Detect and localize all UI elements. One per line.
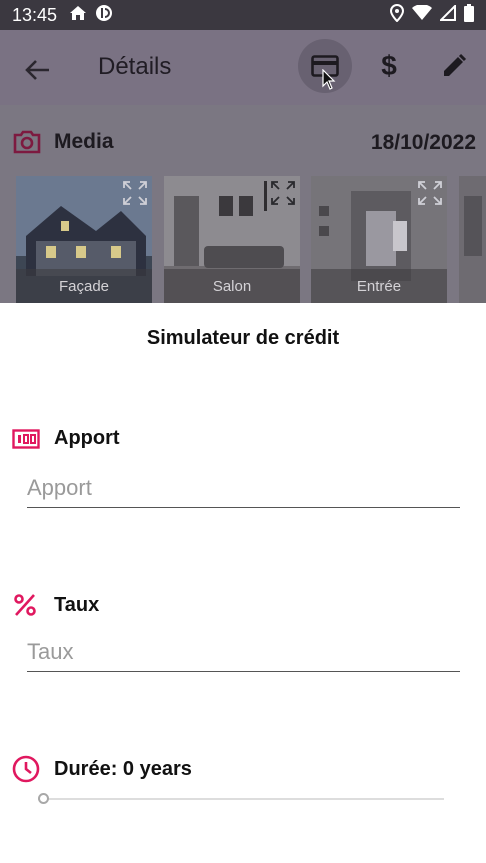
location-icon [389, 3, 405, 27]
media-thumbnails: Façade Salon Entrée [16, 176, 486, 303]
media-title: Media [54, 130, 114, 153]
dollar-icon: $ [381, 50, 397, 81]
taux-label: Taux [12, 592, 99, 618]
partial-photo [459, 176, 486, 303]
credit-simulator-sheet: Simulateur de crédit Apport Taux Durée: … [0, 303, 486, 863]
cursor-icon [322, 68, 336, 96]
signal-icon [438, 3, 456, 26]
thumbnail-entree[interactable]: Entrée [311, 176, 447, 303]
page-title: Détails [98, 53, 172, 80]
edit-icon [444, 53, 467, 76]
thumbnail-facade[interactable]: Façade [16, 176, 152, 303]
price-button[interactable]: $ [362, 39, 416, 93]
money-icon [12, 428, 40, 449]
details-content: Media 18/10/2022 Façade Salon Entrée [0, 105, 486, 303]
percent-icon [14, 594, 36, 616]
edit-button[interactable] [427, 39, 481, 93]
thumbnail-caption: Salon [164, 269, 300, 303]
data-saver-icon [95, 4, 113, 27]
apport-input[interactable] [27, 468, 460, 508]
status-time: 13:45 [12, 4, 58, 25]
apport-label: Apport [12, 427, 120, 450]
status-bar: 13:45 [0, 0, 486, 30]
duree-slider[interactable] [38, 792, 444, 806]
slider-track [38, 798, 444, 800]
arrow-back-icon [25, 60, 49, 80]
duree-label: Durée: 0 years [12, 755, 192, 783]
sheet-title: Simulateur de crédit [146, 327, 340, 349]
taux-label-text: Taux [54, 593, 100, 616]
expand-icon [417, 180, 443, 211]
media-date: 18/10/2022 [370, 131, 476, 154]
battery-icon [464, 3, 474, 27]
thumbnail-partial[interactable] [459, 176, 486, 303]
expand-icon [122, 180, 148, 211]
back-button[interactable] [18, 50, 58, 90]
duree-label-text: Durée: 0 years [54, 757, 192, 780]
thumbnail-salon[interactable]: Salon [164, 176, 300, 303]
home-icon [69, 5, 87, 26]
clock-icon [12, 755, 40, 783]
wifi-icon [412, 3, 432, 26]
media-header: Media [12, 129, 114, 155]
apport-label-text: Apport [54, 427, 120, 449]
app-bar: Détails $ [0, 30, 486, 105]
thumbnail-caption: Façade [16, 269, 152, 303]
camera-icon [13, 130, 41, 154]
slider-thumb[interactable] [38, 793, 49, 804]
thumbnail-caption: Entrée [311, 269, 447, 303]
expand-icon [270, 180, 296, 211]
taux-input[interactable] [27, 632, 460, 672]
